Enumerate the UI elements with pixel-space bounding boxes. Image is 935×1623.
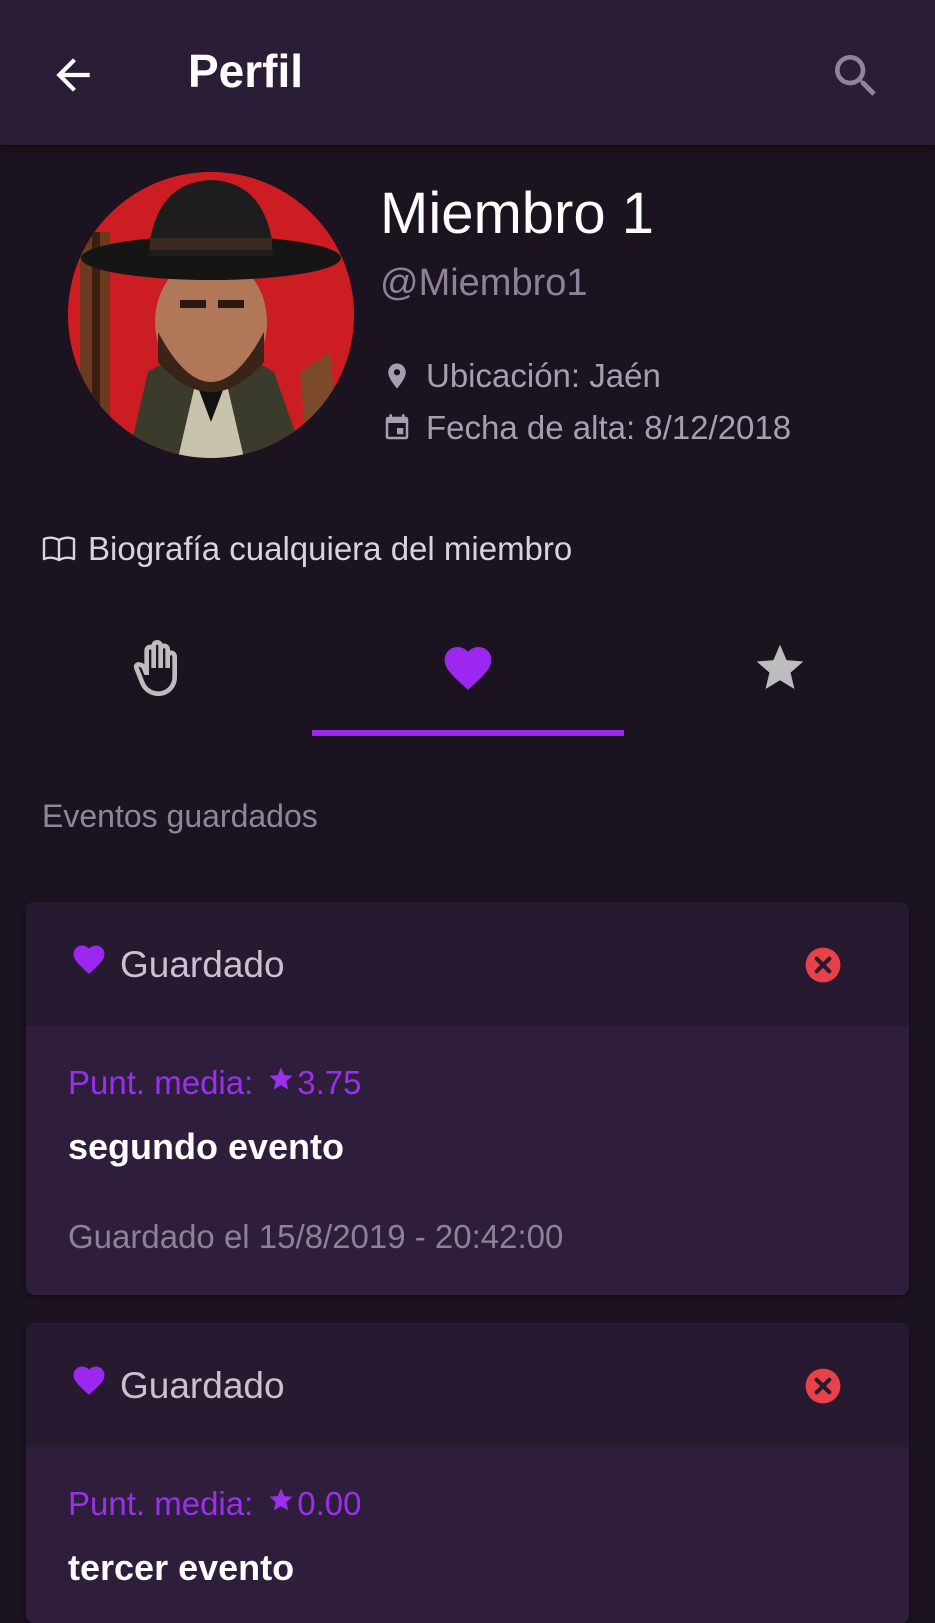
event-card-header: Guardado <box>26 902 909 1026</box>
rating-value: 3.75 <box>297 1064 362 1101</box>
star-icon <box>269 1067 293 1090</box>
tab-saved[interactable] <box>312 620 624 740</box>
rating-label: Punt. media: <box>68 1485 254 1522</box>
profile-handle: @Miembro1 <box>380 262 588 304</box>
avatar <box>68 172 354 458</box>
heart-icon <box>73 945 105 974</box>
tab-indicator <box>312 730 624 736</box>
rating-label: Punt. media: <box>68 1064 254 1101</box>
event-card[interactable]: Guardado Punt. media: 3.75 segundo event… <box>26 902 909 1295</box>
event-saved-date: Guardado el 15/8/2019 - 20:42:00 <box>68 1218 564 1255</box>
star-icon <box>756 644 804 689</box>
heart-icon <box>73 1366 105 1395</box>
bio-text: Biografía cualquiera del miembro <box>88 530 573 567</box>
event-status: Guardado <box>120 944 285 985</box>
tab-ratings[interactable] <box>624 620 935 740</box>
heart-icon <box>444 647 492 690</box>
profile-tabs <box>0 620 935 740</box>
rating-value: 0.00 <box>297 1485 362 1522</box>
event-name[interactable]: tercer evento <box>68 1547 294 1589</box>
remove-icon[interactable] <box>804 946 842 984</box>
profile-name: Miembro 1 <box>380 181 654 246</box>
star-icon <box>269 1488 293 1511</box>
app-bar: Perfil <box>0 0 935 145</box>
calendar-icon <box>385 414 409 440</box>
avatar-image <box>68 172 354 458</box>
arrow-left-icon[interactable] <box>48 50 98 100</box>
event-card[interactable]: Guardado Punt. media: 0.00 tercer evento <box>26 1323 909 1623</box>
section-title: Eventos guardados <box>42 798 318 834</box>
tab-participations[interactable] <box>0 620 312 740</box>
event-card-header: Guardado <box>26 1323 909 1447</box>
location-pin-icon <box>388 363 406 389</box>
location-row: Ubicación: Jaén <box>382 354 661 398</box>
event-rating: Punt. media: 0.00 <box>68 1485 362 1523</box>
event-name[interactable]: segundo evento <box>68 1126 344 1168</box>
join-date-row: Fecha de alta: 8/12/2018 <box>382 406 791 450</box>
book-open-icon <box>42 536 76 562</box>
search-icon[interactable] <box>828 48 884 104</box>
location-text: Ubicación: Jaén <box>426 357 661 394</box>
join-date-text: Fecha de alta: 8/12/2018 <box>426 409 792 446</box>
event-status: Guardado <box>120 1365 285 1406</box>
hand-icon <box>133 640 177 696</box>
remove-icon[interactable] <box>804 1367 842 1405</box>
page-title: Perfil <box>188 45 304 97</box>
event-rating: Punt. media: 3.75 <box>68 1064 362 1102</box>
bio-row: Biografía cualquiera del miembro <box>42 527 572 571</box>
